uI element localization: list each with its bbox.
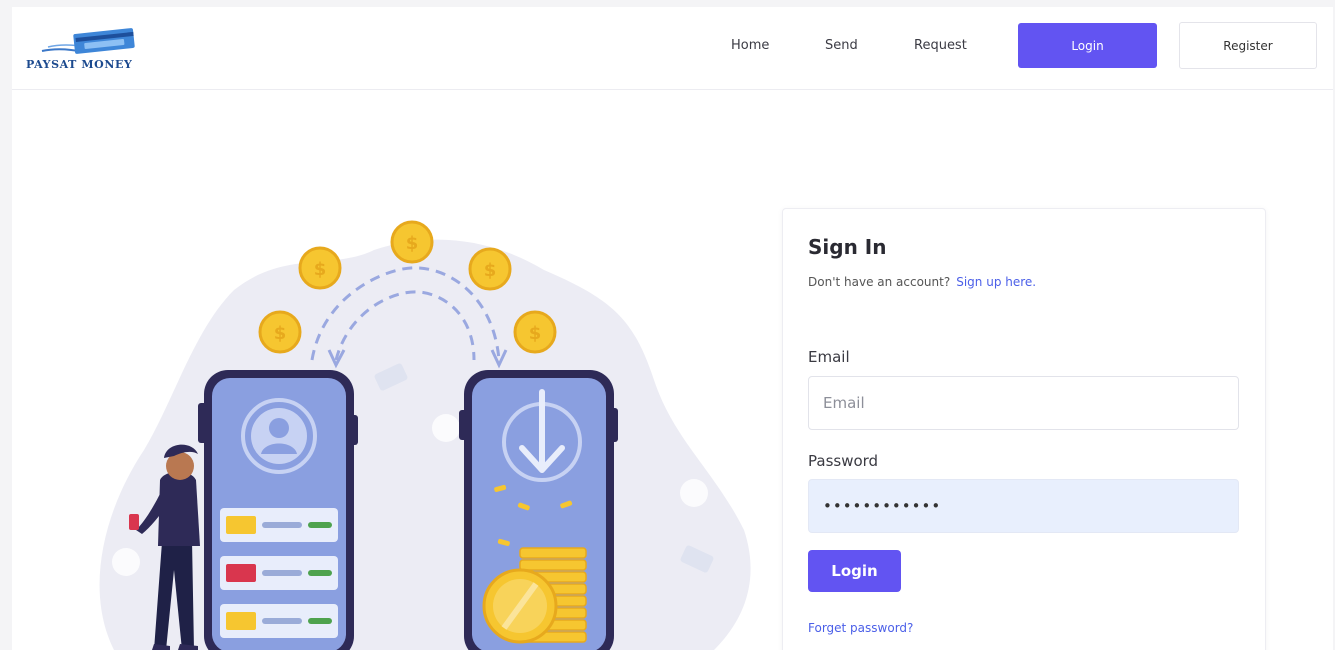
brand-name: PAYSAT MONEY xyxy=(26,58,133,71)
user-avatar-icon xyxy=(241,398,317,474)
signup-link[interactable]: Sign up here. xyxy=(956,275,1036,289)
svg-text:$: $ xyxy=(529,323,542,344)
password-label: Password xyxy=(808,452,879,470)
money-transfer-illustration: $ $ $ $ $ xyxy=(99,220,751,650)
nav-request-link[interactable]: Request xyxy=(914,38,967,53)
navbar: PAYSAT MONEY Home Send Request Login Reg… xyxy=(12,7,1333,90)
signin-subtitle: Don't have an account? Sign up here. xyxy=(808,275,1036,289)
card-list xyxy=(220,508,338,638)
wallet-card-logo-icon xyxy=(41,28,135,54)
nav-home-link[interactable]: Home xyxy=(731,38,769,53)
nav-login-button[interactable]: Login xyxy=(1018,23,1157,68)
receiver-phone xyxy=(459,370,618,650)
signin-title: Sign In xyxy=(808,235,887,259)
svg-text:$: $ xyxy=(406,233,419,254)
nav-register-button[interactable]: Register xyxy=(1179,22,1317,69)
brand-logo[interactable]: PAYSAT MONEY xyxy=(26,27,196,75)
nav-send-link[interactable]: Send xyxy=(825,38,858,53)
email-label: Email xyxy=(808,348,850,366)
big-coin-icon xyxy=(482,568,558,644)
page: PAYSAT MONEY Home Send Request Login Reg… xyxy=(12,7,1333,650)
svg-text:$: $ xyxy=(274,323,287,344)
password-field[interactable] xyxy=(808,479,1239,533)
no-account-text: Don't have an account? xyxy=(808,275,951,289)
background-blob xyxy=(99,239,751,650)
signin-card: Sign In Don't have an account? Sign up he… xyxy=(782,208,1266,650)
forgot-password-link[interactable]: Forget password? xyxy=(808,621,913,635)
sender-phone xyxy=(198,370,358,650)
svg-text:$: $ xyxy=(484,260,497,281)
email-field[interactable] xyxy=(808,376,1239,430)
login-button[interactable]: Login xyxy=(808,550,901,592)
svg-text:$: $ xyxy=(314,259,327,280)
